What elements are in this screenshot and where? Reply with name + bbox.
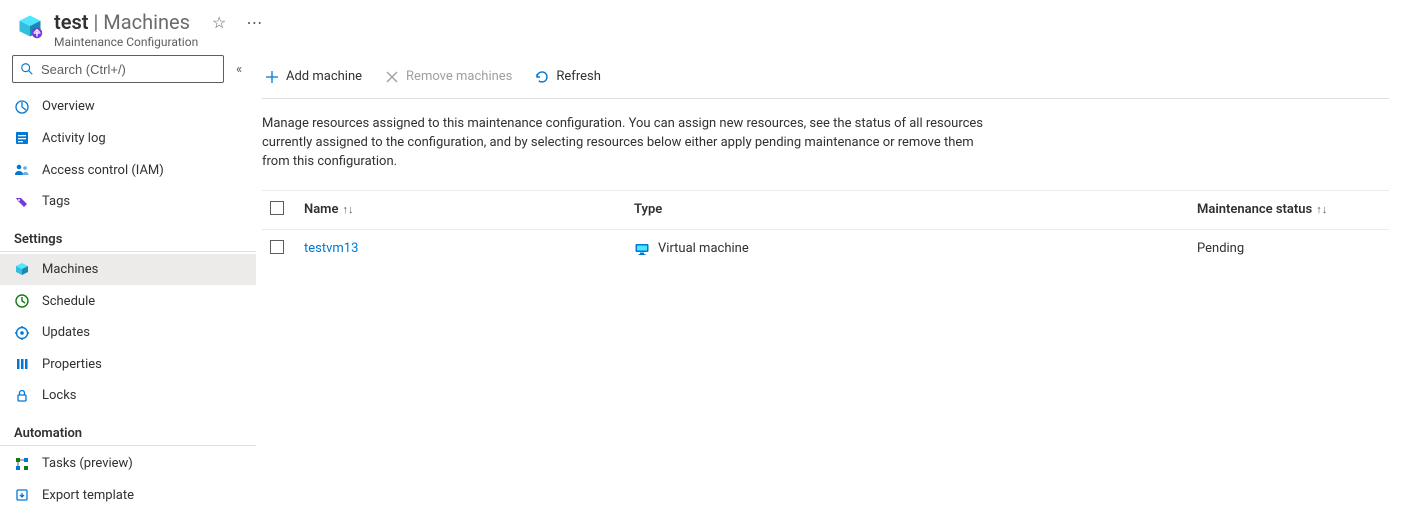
resource-name: test <box>54 10 88 34</box>
sidebar-item-schedule[interactable]: Schedule <box>0 285 256 317</box>
row-checkbox[interactable] <box>270 240 284 254</box>
sidebar-search-input[interactable] <box>41 62 217 77</box>
sidebar-item-label: Access control (IAM) <box>42 163 164 178</box>
machines-icon <box>14 261 30 277</box>
sidebar-item-label: Updates <box>42 325 90 340</box>
sidebar-section-settings: Settings <box>0 218 256 252</box>
clock-icon <box>14 293 30 309</box>
main-content: Add machine Remove machines Refresh Mana… <box>256 55 1405 527</box>
sidebar-item-properties[interactable]: Properties <box>0 348 256 380</box>
sidebar-item-overview[interactable]: Overview <box>0 91 256 123</box>
resource-type-label: Maintenance Configuration <box>54 35 263 49</box>
activity-log-icon <box>14 130 30 146</box>
collapse-sidebar-icon[interactable]: « <box>232 58 246 81</box>
column-header-name[interactable]: Name↑↓ <box>296 190 626 229</box>
page-header: test | Machines ☆ ⋯ Maintenance Configur… <box>0 0 1405 55</box>
button-label: Remove machines <box>406 69 512 84</box>
blade-name: Machines <box>103 10 190 34</box>
machines-table: Name↑↓ Type Maintenance status↑↓ testvm1… <box>262 190 1389 268</box>
select-all-checkbox[interactable] <box>270 201 284 215</box>
column-header-select[interactable] <box>262 190 296 229</box>
sidebar-item-updates[interactable]: Updates <box>0 317 256 349</box>
plus-icon <box>264 69 280 85</box>
command-bar: Add machine Remove machines Refresh <box>262 55 1389 99</box>
sidebar-item-access-control[interactable]: Access control (IAM) <box>0 154 256 186</box>
sidebar: « Overview Activity log Access control (… <box>0 55 256 527</box>
export-icon <box>14 487 30 503</box>
people-icon <box>14 162 30 178</box>
lock-icon <box>14 388 30 404</box>
sidebar-item-tasks[interactable]: Tasks (preview) <box>0 448 256 480</box>
resource-link[interactable]: testvm13 <box>304 241 358 256</box>
sidebar-item-label: Machines <box>42 262 98 277</box>
button-label: Refresh <box>556 69 600 84</box>
sidebar-search[interactable] <box>12 55 224 83</box>
table-row[interactable]: testvm13 Virtual machine Pending <box>262 229 1389 268</box>
vm-icon <box>634 241 650 257</box>
page-title: test | Machines <box>54 10 190 34</box>
sidebar-item-label: Activity log <box>42 131 106 146</box>
sidebar-item-tags[interactable]: Tags <box>0 186 256 218</box>
button-label: Add machine <box>286 69 362 84</box>
sort-icon: ↑↓ <box>342 203 353 216</box>
sidebar-item-label: Tasks (preview) <box>42 456 133 471</box>
sidebar-item-label: Locks <box>42 388 77 403</box>
refresh-icon <box>534 69 550 85</box>
column-header-status[interactable]: Maintenance status↑↓ <box>1189 190 1389 229</box>
x-icon <box>384 69 400 85</box>
tasks-icon <box>14 456 30 472</box>
sidebar-item-activity-log[interactable]: Activity log <box>0 123 256 155</box>
tag-icon <box>14 194 30 210</box>
sidebar-item-export-template[interactable]: Export template <box>0 479 256 511</box>
add-machine-button[interactable]: Add machine <box>262 65 364 89</box>
remove-machines-button: Remove machines <box>382 65 514 89</box>
updates-icon <box>14 325 30 341</box>
status-label: Pending <box>1197 241 1244 256</box>
type-label: Virtual machine <box>658 241 749 256</box>
properties-icon <box>14 356 30 372</box>
refresh-button[interactable]: Refresh <box>532 65 602 89</box>
resource-icon <box>16 12 44 40</box>
more-actions-icon[interactable]: ⋯ <box>246 13 263 32</box>
overview-icon <box>14 99 30 115</box>
description-text: Manage resources assigned to this mainte… <box>262 115 1002 172</box>
sidebar-item-label: Tags <box>42 194 70 209</box>
column-header-type[interactable]: Type <box>626 190 1189 229</box>
sidebar-section-automation: Automation <box>0 412 256 446</box>
sidebar-item-machines[interactable]: Machines <box>0 254 256 286</box>
sidebar-item-label: Overview <box>42 99 95 114</box>
sort-icon: ↑↓ <box>1316 203 1327 216</box>
sidebar-item-label: Export template <box>42 488 134 503</box>
favorite-star-icon[interactable]: ☆ <box>212 13 226 32</box>
sidebar-item-label: Schedule <box>42 294 95 309</box>
search-icon <box>19 61 35 77</box>
sidebar-item-label: Properties <box>42 357 102 372</box>
sidebar-item-locks[interactable]: Locks <box>0 380 256 412</box>
